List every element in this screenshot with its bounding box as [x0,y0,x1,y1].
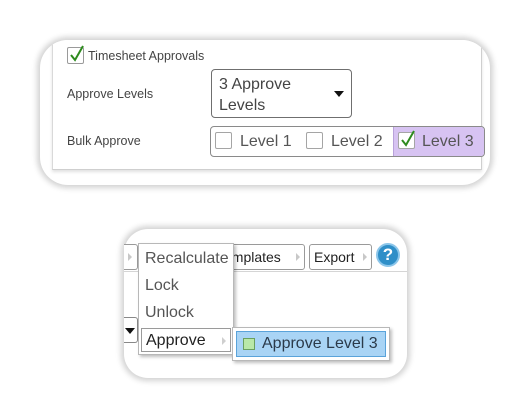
menu-item-recalculate[interactable]: Recalculate [141,247,231,271]
level-1-checkbox[interactable] [215,132,232,149]
timesheet-approvals-checkbox[interactable] [67,45,84,64]
partial-select[interactable] [124,317,138,343]
toolbar-button-partial[interactable] [124,244,138,270]
submenu-arrow-icon [296,253,300,261]
help-icon-glyph: ? [382,245,394,264]
submenu-arrow-icon [222,337,226,345]
context-menu: Recalculate Lock Unlock Approve [138,243,234,355]
approve-status-icon [243,338,255,350]
level-1-label: Level 1 [240,133,292,150]
submenu-item-label: Approve Level 3 [262,335,378,352]
bulk-approve-group: Level 1 Level 2 Level 3 [210,126,485,157]
submenu-arrow-icon [128,253,132,261]
checkmark-icon [70,45,84,62]
menu-item-label: Unlock [145,304,194,321]
menu-item-unlock[interactable]: Unlock [141,301,231,325]
approval-settings-panel: Timesheet Approvals Approve Levels 3 App… [40,40,490,185]
menu-item-label: Lock [145,277,179,294]
level-2-checkbox[interactable] [306,132,323,149]
help-icon[interactable]: ? [376,243,400,267]
export-label: Export [314,249,355,265]
submenu-arrow-icon [363,253,367,261]
export-button[interactable]: Export [309,244,372,270]
approve-levels-select[interactable]: 3 Approve Levels [211,69,352,118]
bulk-level-1-option[interactable]: Level 1 [211,127,302,156]
submenu-item-approve-level-3[interactable]: Approve Level 3 [236,331,386,357]
menu-item-label: Recalculate [145,250,229,267]
bulk-level-3-option[interactable]: Level 3 [393,127,484,156]
approval-settings-form: Timesheet Approvals Approve Levels 3 App… [52,40,485,170]
menu-item-approve[interactable]: Approve [141,328,231,352]
approve-submenu: Approve Level 3 [232,327,390,361]
approve-levels-label: Approve Levels [67,87,154,101]
checkmark-icon [401,130,415,147]
approve-levels-value: 3 Approve Levels [219,76,292,114]
dropdown-arrow-icon [334,91,344,97]
timesheet-approvals-label: Timesheet Approvals [88,49,205,63]
level-2-label: Level 2 [331,133,383,150]
bulk-level-2-option[interactable]: Level 2 [302,127,393,156]
menu-item-lock[interactable]: Lock [141,274,231,298]
level-3-checkbox[interactable] [398,130,415,149]
context-menu-panel: emplates Export ? Recalculate Lock Unloc… [124,229,407,378]
menu-item-label: Approve [146,332,206,349]
level-3-label: Level 3 [422,133,474,150]
bulk-approve-label: Bulk Approve [67,134,141,148]
dropdown-arrow-icon [125,328,135,334]
